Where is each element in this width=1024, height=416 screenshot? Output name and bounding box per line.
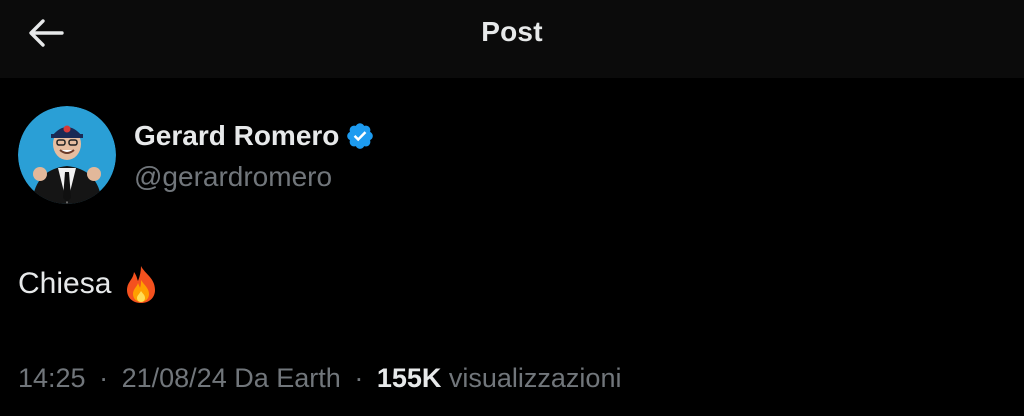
page-title: Post xyxy=(481,16,543,47)
post-metadata: 14:25 · 21/08/24 Da Earth · 155K visuali… xyxy=(18,360,621,396)
display-name-row: Gerard Romero xyxy=(134,118,375,154)
post-body: Chiesa xyxy=(18,264,159,304)
user-handle[interactable]: @gerardromero xyxy=(134,161,332,193)
post-author: Gerard Romero @gerardromero xyxy=(18,106,718,206)
verified-badge-icon[interactable] xyxy=(345,121,375,151)
top-bar: Post xyxy=(0,0,1024,78)
fire-icon xyxy=(123,264,159,304)
post-source: Da Earth xyxy=(234,363,341,393)
views-count[interactable]: 155K xyxy=(377,363,442,393)
display-name[interactable]: Gerard Romero xyxy=(134,120,339,152)
post-date[interactable]: 21/08/24 xyxy=(122,363,227,393)
separator: · xyxy=(99,363,109,393)
post-text: Chiesa xyxy=(18,267,112,300)
post-time[interactable]: 14:25 xyxy=(18,363,86,393)
separator: · xyxy=(354,363,364,393)
views-label: visualizzazioni xyxy=(448,363,622,393)
avatar[interactable] xyxy=(18,106,116,204)
